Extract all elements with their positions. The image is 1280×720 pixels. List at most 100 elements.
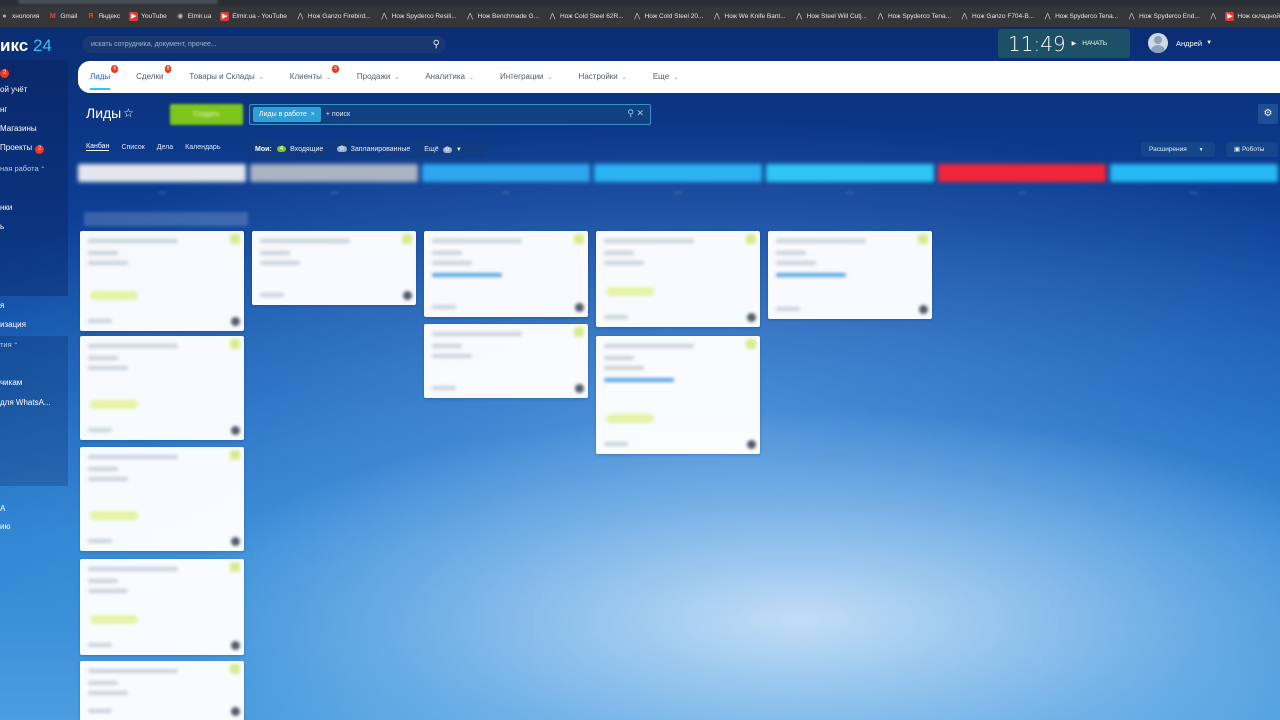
lead-card[interactable] (80, 661, 244, 720)
activity-pill[interactable] (90, 615, 138, 624)
bookmark-item[interactable]: ⋀ Нож Cold Steel 20... (633, 12, 703, 21)
avatar[interactable] (231, 707, 240, 716)
extensions-button[interactable]: Расширения ▼ (1141, 142, 1215, 157)
avatar[interactable] (919, 305, 928, 314)
lead-card[interactable] (252, 231, 416, 305)
card-tag-icon[interactable] (230, 450, 240, 460)
tab-4[interactable]: Клиенты 4 ⌄ (290, 61, 339, 93)
sidebar-item[interactable]: ию (0, 522, 10, 531)
kanban-stage-header[interactable] (250, 164, 418, 182)
lead-card[interactable] (768, 231, 932, 319)
global-search-input[interactable]: искать сотрудника, документ, прочее... ⚲ (82, 36, 446, 53)
kanban-stage-header[interactable] (938, 164, 1106, 182)
tab-7[interactable]: Интеграции ⌄ (500, 61, 553, 93)
view-tab[interactable]: Список (121, 144, 144, 151)
card-tag-icon[interactable] (918, 234, 928, 244)
quick-add-button[interactable] (84, 212, 248, 226)
avatar[interactable] (231, 537, 240, 546)
sidebar-item[interactable]: ь (0, 222, 4, 231)
card-tag-icon[interactable] (230, 339, 240, 349)
activity-pill[interactable] (90, 291, 138, 300)
settings-gear-button[interactable]: ⚙ (1258, 104, 1278, 124)
bookmark-item[interactable]: ⋀ Нож Spyderco Tena... (1043, 12, 1118, 21)
avatar[interactable] (575, 303, 584, 312)
robots-button[interactable]: ▣ Роботы (1226, 142, 1278, 157)
activity-pill[interactable] (90, 400, 138, 409)
filter-chip[interactable]: Лиды в работе × (253, 107, 321, 122)
bookmark-item[interactable]: ⋀ Нож Spyderco End... (1127, 12, 1200, 21)
activity-pill[interactable] (90, 511, 138, 520)
sidebar-item[interactable]: ная работа ⌃ (0, 164, 45, 173)
view-tab[interactable]: Канбан (86, 143, 110, 151)
kanban-stage-header[interactable] (766, 164, 934, 182)
tab-8[interactable]: Настройки ⌄ (579, 61, 627, 93)
activity-pill[interactable] (606, 287, 654, 296)
user-menu[interactable]: Андрей ▼ (1148, 33, 1212, 53)
tab-2[interactable]: Сделки 8 (136, 61, 172, 93)
bookmark-item[interactable]: ▶ Нож складной (1221, 6, 1280, 27)
kanban-stage-header[interactable] (422, 164, 590, 182)
bookmark-item[interactable]: ⋀ Нож Steel Will Cutj... (795, 12, 867, 21)
sidebar-item[interactable]: ой учёт (0, 85, 27, 94)
kanban-stage-header[interactable] (78, 164, 246, 182)
close-icon[interactable]: × (311, 111, 315, 118)
bookmark-item[interactable]: ● хнология (0, 12, 39, 21)
star-icon[interactable]: ☆ (123, 106, 134, 120)
bookmark-item[interactable]: ⋀ Нож Ganzo F704-B... (960, 12, 1034, 21)
sidebar-item[interactable]: A (0, 504, 5, 513)
lead-card[interactable] (80, 559, 244, 655)
create-button[interactable]: Создать (170, 104, 243, 125)
workday-clock[interactable]: 11:49 ▶ НАЧАТЬ (998, 29, 1130, 58)
lead-card[interactable] (80, 336, 244, 440)
avatar[interactable] (747, 313, 756, 322)
bookmark-item[interactable]: ▶ Elmir.ua - YouTube (220, 12, 287, 21)
card-tag-icon[interactable] (574, 234, 584, 244)
lead-card[interactable] (424, 231, 588, 317)
avatar[interactable] (747, 440, 756, 449)
lead-card[interactable] (596, 231, 760, 327)
sidebar-item[interactable]: Магазины (0, 124, 37, 133)
incoming-filter[interactable]: Входящие (290, 146, 323, 153)
card-tag-icon[interactable] (230, 234, 240, 244)
bookmark-item[interactable]: M Gmail (48, 12, 77, 21)
bitrix-logo[interactable]: икс 24 (0, 36, 52, 56)
avatar[interactable] (575, 384, 584, 393)
avatar[interactable] (403, 291, 412, 300)
card-tag-icon[interactable] (574, 327, 584, 337)
bookmark-item[interactable]: ⋀ Нож Spyderco Tena... (876, 12, 951, 21)
tab-5[interactable]: Продажи ⌄ (357, 61, 399, 93)
card-tag-icon[interactable] (746, 234, 756, 244)
card-tag-icon[interactable] (230, 664, 240, 674)
search-icon[interactable]: ⚲ ✕ (627, 108, 644, 119)
avatar[interactable] (231, 641, 240, 650)
view-tab[interactable]: Календарь (185, 144, 220, 151)
lead-card[interactable] (80, 231, 244, 331)
sidebar-item[interactable]: для WhatsA... (0, 398, 51, 407)
sidebar-item[interactable]: чикам (0, 378, 22, 387)
avatar[interactable] (231, 317, 240, 326)
tab-6[interactable]: Аналитика ⌄ (425, 61, 474, 93)
filter-search-input[interactable]: Лиды в работе × + поиск ⚲ ✕ (249, 104, 651, 125)
bookmark-item[interactable]: Я Яндекс (86, 12, 120, 21)
kanban-stage-header[interactable] (1110, 164, 1278, 182)
sidebar-item[interactable]: нки (0, 203, 12, 212)
bookmark-item[interactable]: ⋀ Нож Ganzo Firebird... (296, 12, 371, 21)
planned-filter[interactable]: Запланированные (351, 146, 411, 153)
sidebar-item[interactable]: изация (0, 320, 26, 329)
sidebar-item[interactable]: Проекты 2 (0, 143, 45, 154)
avatar[interactable] (1148, 33, 1168, 53)
clock-start-label[interactable]: НАЧАТЬ (1082, 40, 1107, 47)
tab-1[interactable]: Лиды 6 (90, 61, 119, 93)
sidebar-item[interactable]: нг (0, 105, 7, 114)
sidebar-item[interactable]: тия ⌃ (0, 340, 18, 349)
bookmark-item[interactable]: ⋀ Нож Cold Steel 62R... (548, 12, 624, 21)
lead-card[interactable] (596, 336, 760, 454)
more-filter[interactable]: Ещё 0 ▼ (424, 146, 462, 153)
kanban-stage-header[interactable] (594, 164, 762, 182)
activity-pill[interactable] (606, 414, 654, 423)
tab-9[interactable]: Еще ⌄ (653, 61, 678, 93)
url-bar[interactable] (18, 0, 218, 4)
tab-3[interactable]: Товары и Склады ⌄ (189, 61, 263, 93)
bookmark-item[interactable]: ▶ YouTube (129, 12, 167, 21)
lead-card[interactable] (424, 324, 588, 398)
